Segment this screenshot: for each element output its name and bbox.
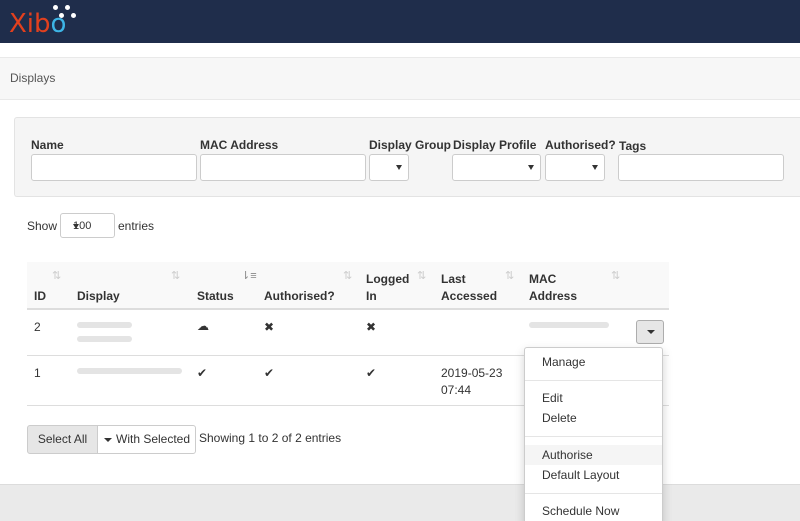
logo-dot xyxy=(65,5,70,10)
redacted-display-name xyxy=(77,322,132,328)
redacted-display-name xyxy=(77,336,132,342)
mac-filter-input[interactable] xyxy=(200,154,366,181)
row-actions-menu: Manage Edit Delete Authorise Default Lay… xyxy=(524,347,663,521)
breadcrumb: Displays xyxy=(0,57,800,100)
cross-icon: ✖ xyxy=(366,320,377,334)
name-filter-input[interactable] xyxy=(31,154,197,181)
col-mac-line1[interactable]: MAC xyxy=(529,271,556,288)
col-authorised[interactable]: Authorised? xyxy=(264,288,335,305)
chevron-down-icon xyxy=(73,224,79,229)
col-last-accessed-line2[interactable]: Accessed xyxy=(441,288,497,305)
main-content: Displays Name MAC Address Display Group … xyxy=(0,43,800,484)
display-group-filter-label: Display Group xyxy=(369,138,452,152)
authorised-select[interactable] xyxy=(545,154,605,181)
check-icon: ✔ xyxy=(197,366,208,380)
footer xyxy=(0,484,800,521)
menu-item-delete[interactable]: Delete xyxy=(525,408,662,428)
sort-icon[interactable]: ⇅ xyxy=(417,269,426,282)
sort-icon[interactable]: ⇅ xyxy=(171,269,180,282)
redacted-display-name xyxy=(77,368,182,374)
col-status[interactable]: Status xyxy=(197,288,234,305)
menu-item-manage[interactable]: Manage xyxy=(525,352,662,372)
tags-filter-input[interactable] xyxy=(618,154,784,181)
table-header: ⇅ ID ⇅ Display ⇂≡ Status ⇅ Authorised? ⇅… xyxy=(27,262,669,310)
cross-icon: ✖ xyxy=(264,320,275,334)
col-logged-in-line1[interactable]: Logged xyxy=(366,271,409,288)
menu-item-authorise[interactable]: Authorise xyxy=(525,445,662,465)
menu-item-default-layout[interactable]: Default Layout xyxy=(525,465,662,485)
chevron-down-icon xyxy=(592,165,598,170)
display-profile-select[interactable] xyxy=(452,154,541,181)
col-id[interactable]: ID xyxy=(34,288,46,305)
name-filter-label: Name xyxy=(31,138,64,152)
with-selected-button[interactable]: With Selected xyxy=(97,425,196,454)
menu-divider xyxy=(525,436,662,437)
logo-dot xyxy=(53,5,58,10)
logo-text-main: Xib xyxy=(9,9,51,39)
display-group-select[interactable] xyxy=(369,154,409,181)
menu-item-edit[interactable]: Edit xyxy=(525,388,662,408)
menu-divider xyxy=(525,493,662,494)
redacted-mac-address xyxy=(529,322,609,328)
chevron-down-icon xyxy=(528,165,534,170)
page-length-select[interactable]: 100 xyxy=(60,213,115,238)
cloud-download-icon: ☁ xyxy=(197,319,209,333)
col-display[interactable]: Display xyxy=(77,288,120,305)
menu-divider xyxy=(525,380,662,381)
menu-item-schedule-now[interactable]: Schedule Now xyxy=(525,501,662,521)
chevron-down-icon xyxy=(647,330,655,334)
sort-icon[interactable]: ⇅ xyxy=(611,269,620,282)
row-id: 2 xyxy=(34,320,41,334)
filter-panel: Name MAC Address Display Group Display P… xyxy=(14,117,800,197)
table-info: Showing 1 to 2 of 2 entries xyxy=(199,431,342,445)
sort-icon[interactable]: ⇅ xyxy=(52,269,61,282)
select-all-button[interactable]: Select All xyxy=(27,425,98,454)
sort-ascending-icon[interactable]: ⇂≡ xyxy=(241,269,257,282)
display-profile-filter-label: Display Profile xyxy=(453,138,537,152)
logo-dot xyxy=(59,13,64,18)
entries-label: entries xyxy=(118,219,155,233)
chevron-down-icon xyxy=(104,437,112,442)
col-logged-in-line2[interactable]: In xyxy=(366,288,377,305)
row-actions-dropdown-button[interactable] xyxy=(636,320,664,344)
sort-icon[interactable]: ⇅ xyxy=(343,269,352,282)
mac-filter-label: MAC Address xyxy=(200,138,279,152)
last-accessed-date: 2019-05-23 xyxy=(441,366,503,380)
show-label: Show xyxy=(27,219,58,233)
top-navbar: Xibo xyxy=(0,0,800,43)
last-accessed-time: 07:44 xyxy=(441,383,472,397)
sort-icon[interactable]: ⇅ xyxy=(505,269,514,282)
with-selected-label: With Selected xyxy=(116,432,191,446)
check-icon: ✔ xyxy=(366,366,377,380)
col-last-accessed-line1[interactable]: Last xyxy=(441,271,466,288)
row-id: 1 xyxy=(34,366,41,380)
check-icon: ✔ xyxy=(264,366,275,380)
logo-dot xyxy=(71,13,76,18)
page-title: Displays xyxy=(10,71,56,85)
tags-filter-label: Tags xyxy=(619,139,647,153)
col-mac-line2[interactable]: Address xyxy=(529,288,577,305)
chevron-down-icon xyxy=(396,165,402,170)
authorised-filter-label: Authorised? xyxy=(545,138,616,152)
